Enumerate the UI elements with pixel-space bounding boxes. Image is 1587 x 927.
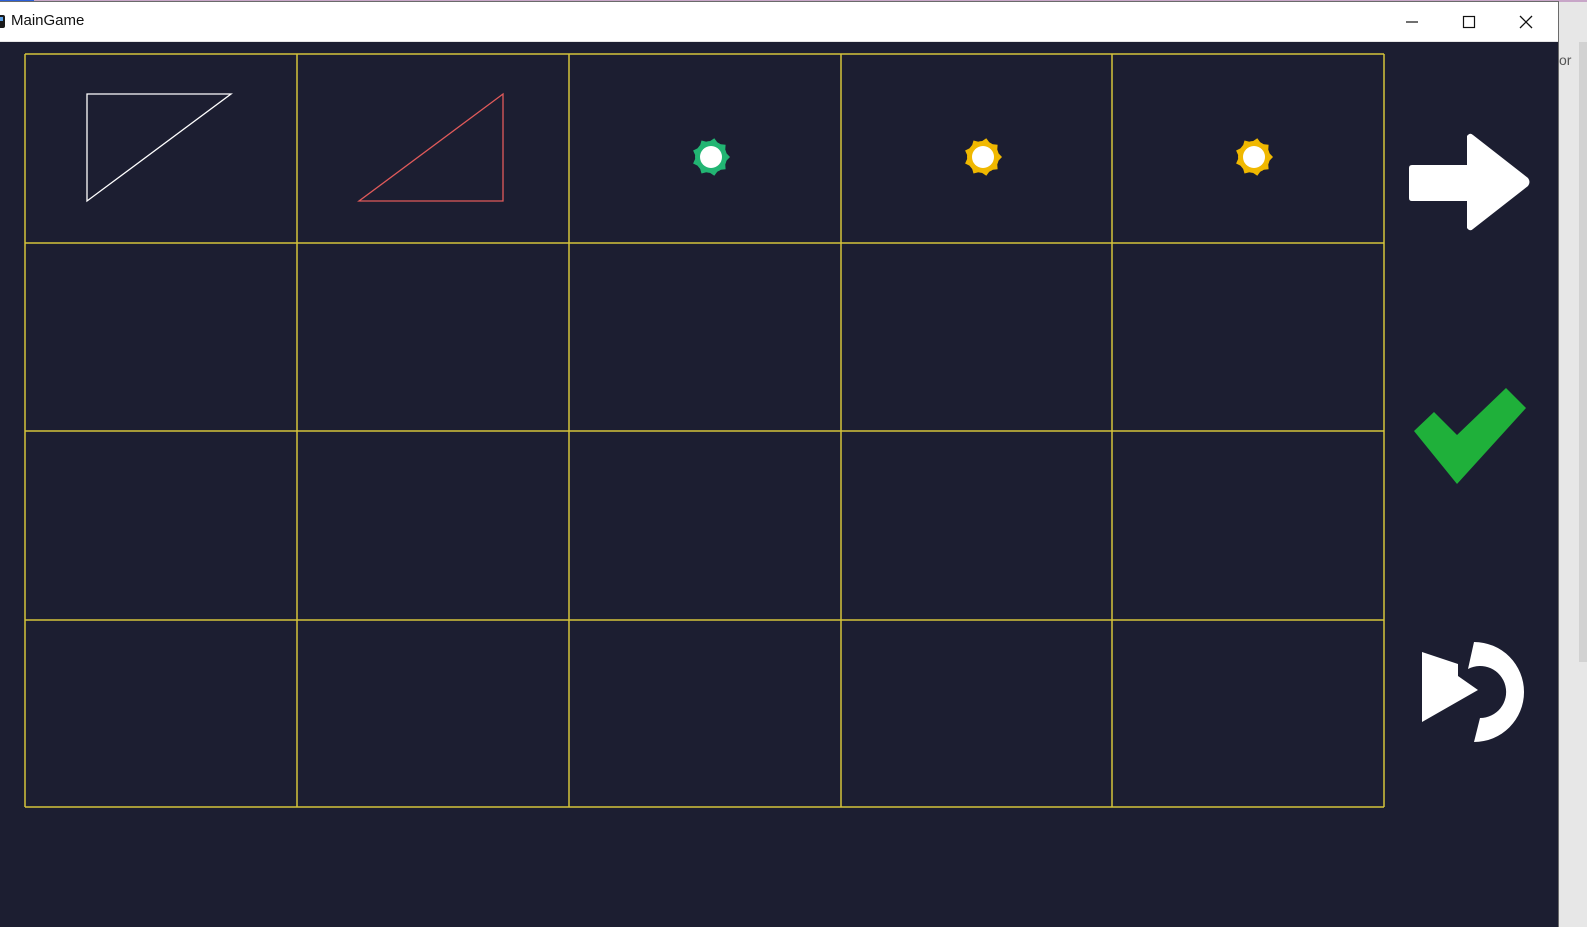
board-cell-r0-c1[interactable] <box>297 54 569 243</box>
board-cell-r2-c3[interactable] <box>841 431 1112 620</box>
board-cell-r2-c4[interactable] <box>1112 431 1384 620</box>
game-board <box>24 53 1385 808</box>
board-cell-r0-c0[interactable] <box>25 54 297 243</box>
board-cell-r1-c3[interactable] <box>841 243 1112 431</box>
undo-icon <box>1422 642 1525 742</box>
board-cell-r2-c0[interactable] <box>25 431 297 620</box>
background-window: or <box>1558 2 1587 927</box>
board-cell-r1-c4[interactable] <box>1112 243 1384 431</box>
board-cell-r3-c0[interactable] <box>25 620 297 807</box>
board-cell-r2-c2[interactable] <box>569 431 841 620</box>
board-cell-r2-c1[interactable] <box>297 431 569 620</box>
board-cell-r1-c2[interactable] <box>569 243 841 431</box>
confirm-check-button[interactable] <box>1412 384 1530 486</box>
board-cell-r1-c0[interactable] <box>25 243 297 431</box>
next-arrow-button[interactable] <box>1409 132 1533 232</box>
board-cell-r3-c2[interactable] <box>569 620 841 807</box>
board-cell-r3-c3[interactable] <box>841 620 1112 807</box>
token-center <box>1243 146 1265 168</box>
background-scrollbar <box>1579 42 1587 662</box>
board-cell-r3-c4[interactable] <box>1112 620 1384 807</box>
token-center <box>972 146 994 168</box>
arrow-right-icon <box>1409 133 1530 231</box>
background-window-text: or <box>1559 52 1572 68</box>
checkmark-icon <box>1414 388 1526 484</box>
main-window: MainGame <box>0 2 1558 927</box>
board-cell-r1-c1[interactable] <box>297 243 569 431</box>
undo-button[interactable] <box>1418 638 1534 742</box>
token-center <box>700 146 722 168</box>
board-cell-r3-c1[interactable] <box>297 620 569 807</box>
